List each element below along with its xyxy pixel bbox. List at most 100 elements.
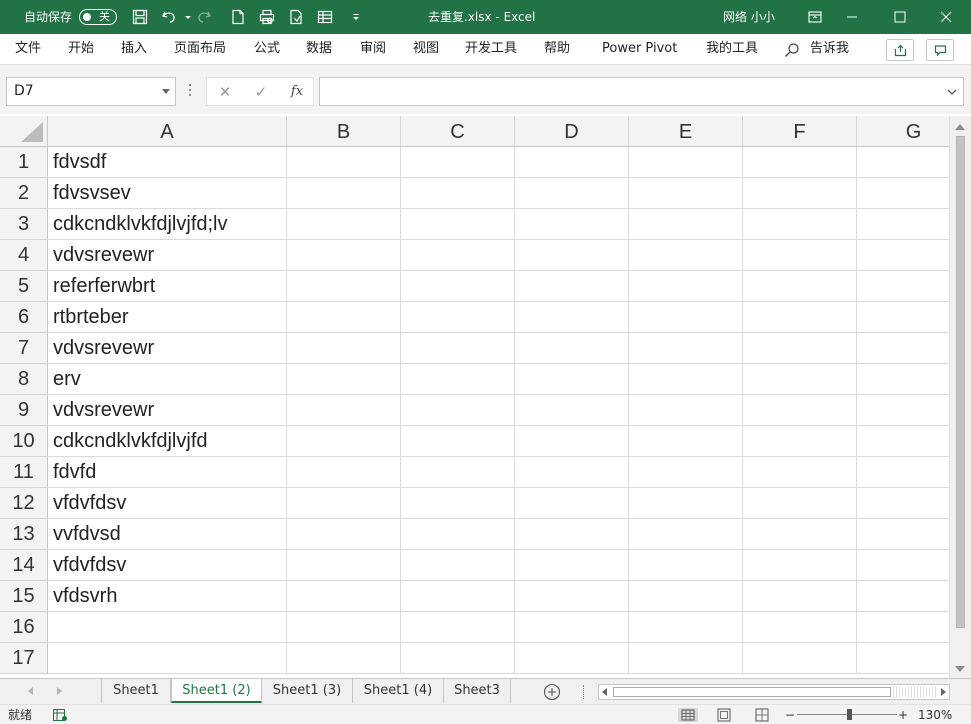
tab-home[interactable]: 开始 [68, 34, 94, 64]
cell-d5[interactable] [515, 271, 629, 302]
cell-d8[interactable] [515, 364, 629, 395]
maximize-button[interactable] [877, 0, 923, 34]
cell-c4[interactable] [401, 240, 515, 271]
row-header-8[interactable]: 8 [0, 364, 48, 395]
cell-f7[interactable] [743, 333, 857, 364]
cell-a2[interactable]: fdvsvsev [48, 178, 287, 209]
cell-f6[interactable] [743, 302, 857, 333]
page-break-view-icon[interactable] [754, 708, 770, 722]
cell-a13[interactable]: vvfdvsd [48, 519, 287, 550]
cell-c9[interactable] [401, 395, 515, 426]
cell-f10[interactable] [743, 426, 857, 457]
cell-e7[interactable] [629, 333, 743, 364]
prev-sheet-icon[interactable] [28, 687, 33, 695]
cell-d2[interactable] [515, 178, 629, 209]
customize-toolbar-icon[interactable] [348, 9, 359, 25]
cell-c2[interactable] [401, 178, 515, 209]
cell-f8[interactable] [743, 364, 857, 395]
cell-a15[interactable]: vfdsvrh [48, 581, 287, 612]
tab-my-tools[interactable]: 我的工具 [706, 34, 758, 64]
autosave-toggle[interactable]: 关 [79, 9, 117, 25]
tab-insert[interactable]: 插入 [121, 34, 147, 64]
cell-d7[interactable] [515, 333, 629, 364]
tab-help[interactable]: 帮助 [544, 34, 570, 64]
cell-f16[interactable] [743, 612, 857, 643]
row-header-16[interactable]: 16 [0, 612, 48, 643]
cell-b8[interactable] [287, 364, 401, 395]
cell-d3[interactable] [515, 209, 629, 240]
cell-c14[interactable] [401, 550, 515, 581]
cell-f1[interactable] [743, 147, 857, 178]
cell-e9[interactable] [629, 395, 743, 426]
cell-e16[interactable] [629, 612, 743, 643]
cell-a12[interactable]: vfdvfdsv [48, 488, 287, 519]
cell-d13[interactable] [515, 519, 629, 550]
cell-b4[interactable] [287, 240, 401, 271]
row-header-1[interactable]: 1 [0, 147, 48, 178]
comments-button[interactable] [926, 39, 954, 61]
row-header-11[interactable]: 11 [0, 457, 48, 488]
cell-d12[interactable] [515, 488, 629, 519]
user-name[interactable]: 网络 小小 [723, 0, 775, 34]
cell-f13[interactable] [743, 519, 857, 550]
form-icon[interactable] [317, 9, 333, 25]
cell-d14[interactable] [515, 550, 629, 581]
cell-e6[interactable] [629, 302, 743, 333]
cell-e11[interactable] [629, 457, 743, 488]
cell-c16[interactable] [401, 612, 515, 643]
cell-c12[interactable] [401, 488, 515, 519]
scroll-left-icon[interactable] [602, 688, 607, 696]
cell-c3[interactable] [401, 209, 515, 240]
ribbon-display-options-icon[interactable] [807, 9, 823, 25]
cell-b16[interactable] [287, 612, 401, 643]
cell-d11[interactable] [515, 457, 629, 488]
cell-a4[interactable]: vdvsrevewr [48, 240, 287, 271]
row-header-14[interactable]: 14 [0, 550, 48, 581]
share-button[interactable] [886, 39, 914, 61]
cell-f4[interactable] [743, 240, 857, 271]
row-header-4[interactable]: 4 [0, 240, 48, 271]
row-header-5[interactable]: 5 [0, 271, 48, 302]
cell-d6[interactable] [515, 302, 629, 333]
cell-a14[interactable]: vfdvfdsv [48, 550, 287, 581]
tab-power-pivot[interactable]: Power Pivot [602, 34, 677, 64]
column-header-a[interactable]: A [48, 116, 287, 147]
cell-b10[interactable] [287, 426, 401, 457]
cell-a17[interactable] [48, 643, 287, 674]
row-header-9[interactable]: 9 [0, 395, 48, 426]
tab-review[interactable]: 审阅 [360, 34, 386, 64]
cell-e5[interactable] [629, 271, 743, 302]
page-layout-view-icon[interactable] [716, 708, 732, 722]
open-file-icon[interactable] [288, 9, 304, 25]
cell-f11[interactable] [743, 457, 857, 488]
vertical-scrollbar[interactable] [949, 116, 971, 678]
cell-f5[interactable] [743, 271, 857, 302]
cell-c6[interactable] [401, 302, 515, 333]
macro-record-icon[interactable] [52, 708, 68, 722]
scroll-right-icon[interactable] [941, 688, 946, 696]
select-all-corner[interactable] [0, 116, 48, 147]
cell-a8[interactable]: erv [48, 364, 287, 395]
cell-a5[interactable]: referferwbrt [48, 271, 287, 302]
column-header-f[interactable]: F [743, 116, 857, 147]
column-header-c[interactable]: C [401, 116, 515, 147]
scroll-down-icon[interactable] [955, 666, 965, 672]
formula-input[interactable] [319, 77, 964, 106]
confirm-entry-icon[interactable]: ✓ [251, 82, 271, 102]
sheet-tab-2[interactable]: Sheet1 (2) [171, 679, 262, 703]
cell-e1[interactable] [629, 147, 743, 178]
row-header-2[interactable]: 2 [0, 178, 48, 209]
cell-e2[interactable] [629, 178, 743, 209]
row-header-3[interactable]: 3 [0, 209, 48, 240]
column-header-d[interactable]: D [515, 116, 629, 147]
cell-e12[interactable] [629, 488, 743, 519]
tab-formulas[interactable]: 公式 [254, 34, 280, 64]
cell-b13[interactable] [287, 519, 401, 550]
column-header-e[interactable]: E [629, 116, 743, 147]
cell-a11[interactable]: fdvfd [48, 457, 287, 488]
sheet-tab-3[interactable]: Sheet1 (3) [262, 679, 353, 703]
scroll-track[interactable] [893, 687, 937, 697]
close-button[interactable] [923, 0, 969, 34]
cell-f15[interactable] [743, 581, 857, 612]
cell-a9[interactable]: vdvsrevewr [48, 395, 287, 426]
